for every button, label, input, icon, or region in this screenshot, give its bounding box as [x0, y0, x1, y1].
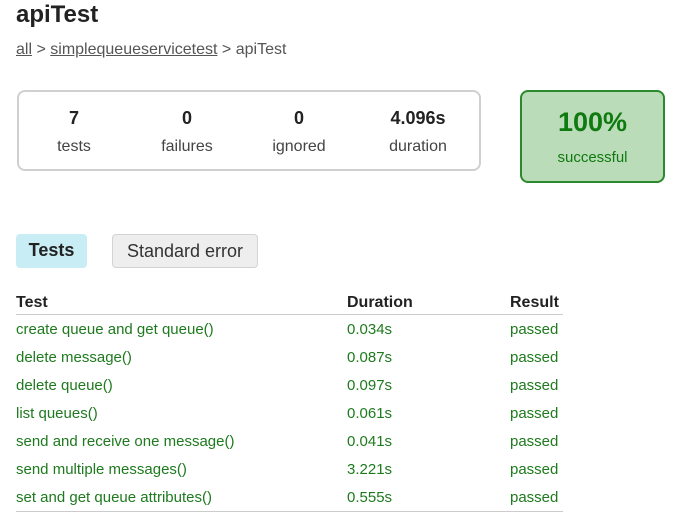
- test-result: passed: [510, 320, 559, 338]
- page-title: apiTest: [16, 1, 99, 28]
- test-duration: 0.087s: [347, 348, 393, 366]
- test-name-link[interactable]: set and get queue attributes(): [16, 489, 212, 506]
- test-name-link[interactable]: delete queue(): [16, 377, 113, 394]
- duration-label: duration: [389, 138, 447, 155]
- summary-box: 7 tests 0 failures 0 ignored 4.096s dura…: [17, 90, 481, 171]
- test-result: passed: [510, 432, 559, 450]
- test-duration: 3.221s: [347, 460, 393, 478]
- table-row: delete queue() 0.097s passed: [16, 371, 563, 399]
- table-row: set and get queue attributes() 0.555s pa…: [16, 483, 563, 512]
- test-result: passed: [510, 376, 559, 394]
- test-duration: 0.555s: [347, 483, 510, 512]
- test-name-link[interactable]: send multiple messages(): [16, 461, 187, 478]
- test-result: passed: [510, 348, 559, 366]
- test-result: passed: [510, 483, 563, 512]
- failures-label: failures: [161, 138, 213, 155]
- table-header-row: Test Duration Result: [16, 292, 563, 315]
- test-name-link[interactable]: list queues(): [16, 405, 98, 422]
- header-result: Result: [510, 292, 563, 315]
- test-duration: 0.034s: [347, 320, 393, 338]
- table-row: list queues() 0.061s passed: [16, 399, 563, 427]
- breadcrumb-separator: >: [221, 41, 232, 58]
- test-result: passed: [510, 404, 559, 422]
- breadcrumb-current: apiTest: [235, 41, 287, 58]
- failures-count: 0: [181, 108, 192, 128]
- breadcrumb: all > simplequeueservicetest > apiTest: [16, 41, 286, 59]
- breadcrumb-link-package[interactable]: simplequeueservicetest: [50, 41, 217, 58]
- test-duration: 0.041s: [347, 432, 393, 450]
- breadcrumb-separator: >: [36, 41, 46, 58]
- success-rate: 100%: [557, 107, 628, 137]
- header-test: Test: [16, 292, 347, 315]
- test-name-link[interactable]: create queue and get queue(): [16, 321, 214, 338]
- table-row: delete message() 0.087s passed: [16, 343, 563, 371]
- ignored-label: ignored: [272, 138, 326, 155]
- success-rate-box: 100% successful: [520, 90, 665, 183]
- tab-standard-error[interactable]: Standard error: [112, 234, 258, 268]
- test-name-link[interactable]: delete message(): [16, 349, 132, 366]
- test-duration: 0.061s: [347, 404, 393, 422]
- test-duration: 0.097s: [347, 376, 393, 394]
- success-label: successful: [557, 149, 628, 166]
- tests-label: tests: [57, 138, 91, 155]
- test-name-link[interactable]: send and receive one message(): [16, 433, 234, 450]
- test-result: passed: [510, 460, 559, 478]
- tests-count: 7: [68, 108, 79, 128]
- table-row: send multiple messages() 3.221s passed: [16, 455, 563, 483]
- breadcrumb-link-all[interactable]: all: [16, 41, 32, 58]
- table-row: send and receive one message() 0.041s pa…: [16, 427, 563, 455]
- ignored-count: 0: [293, 108, 304, 128]
- duration-value: 4.096s: [390, 108, 446, 128]
- table-row: create queue and get queue() 0.034s pass…: [16, 315, 563, 344]
- results-table: Test Duration Result create queue and ge…: [16, 292, 563, 512]
- tab-tests[interactable]: Tests: [16, 234, 87, 268]
- header-duration: Duration: [347, 292, 510, 315]
